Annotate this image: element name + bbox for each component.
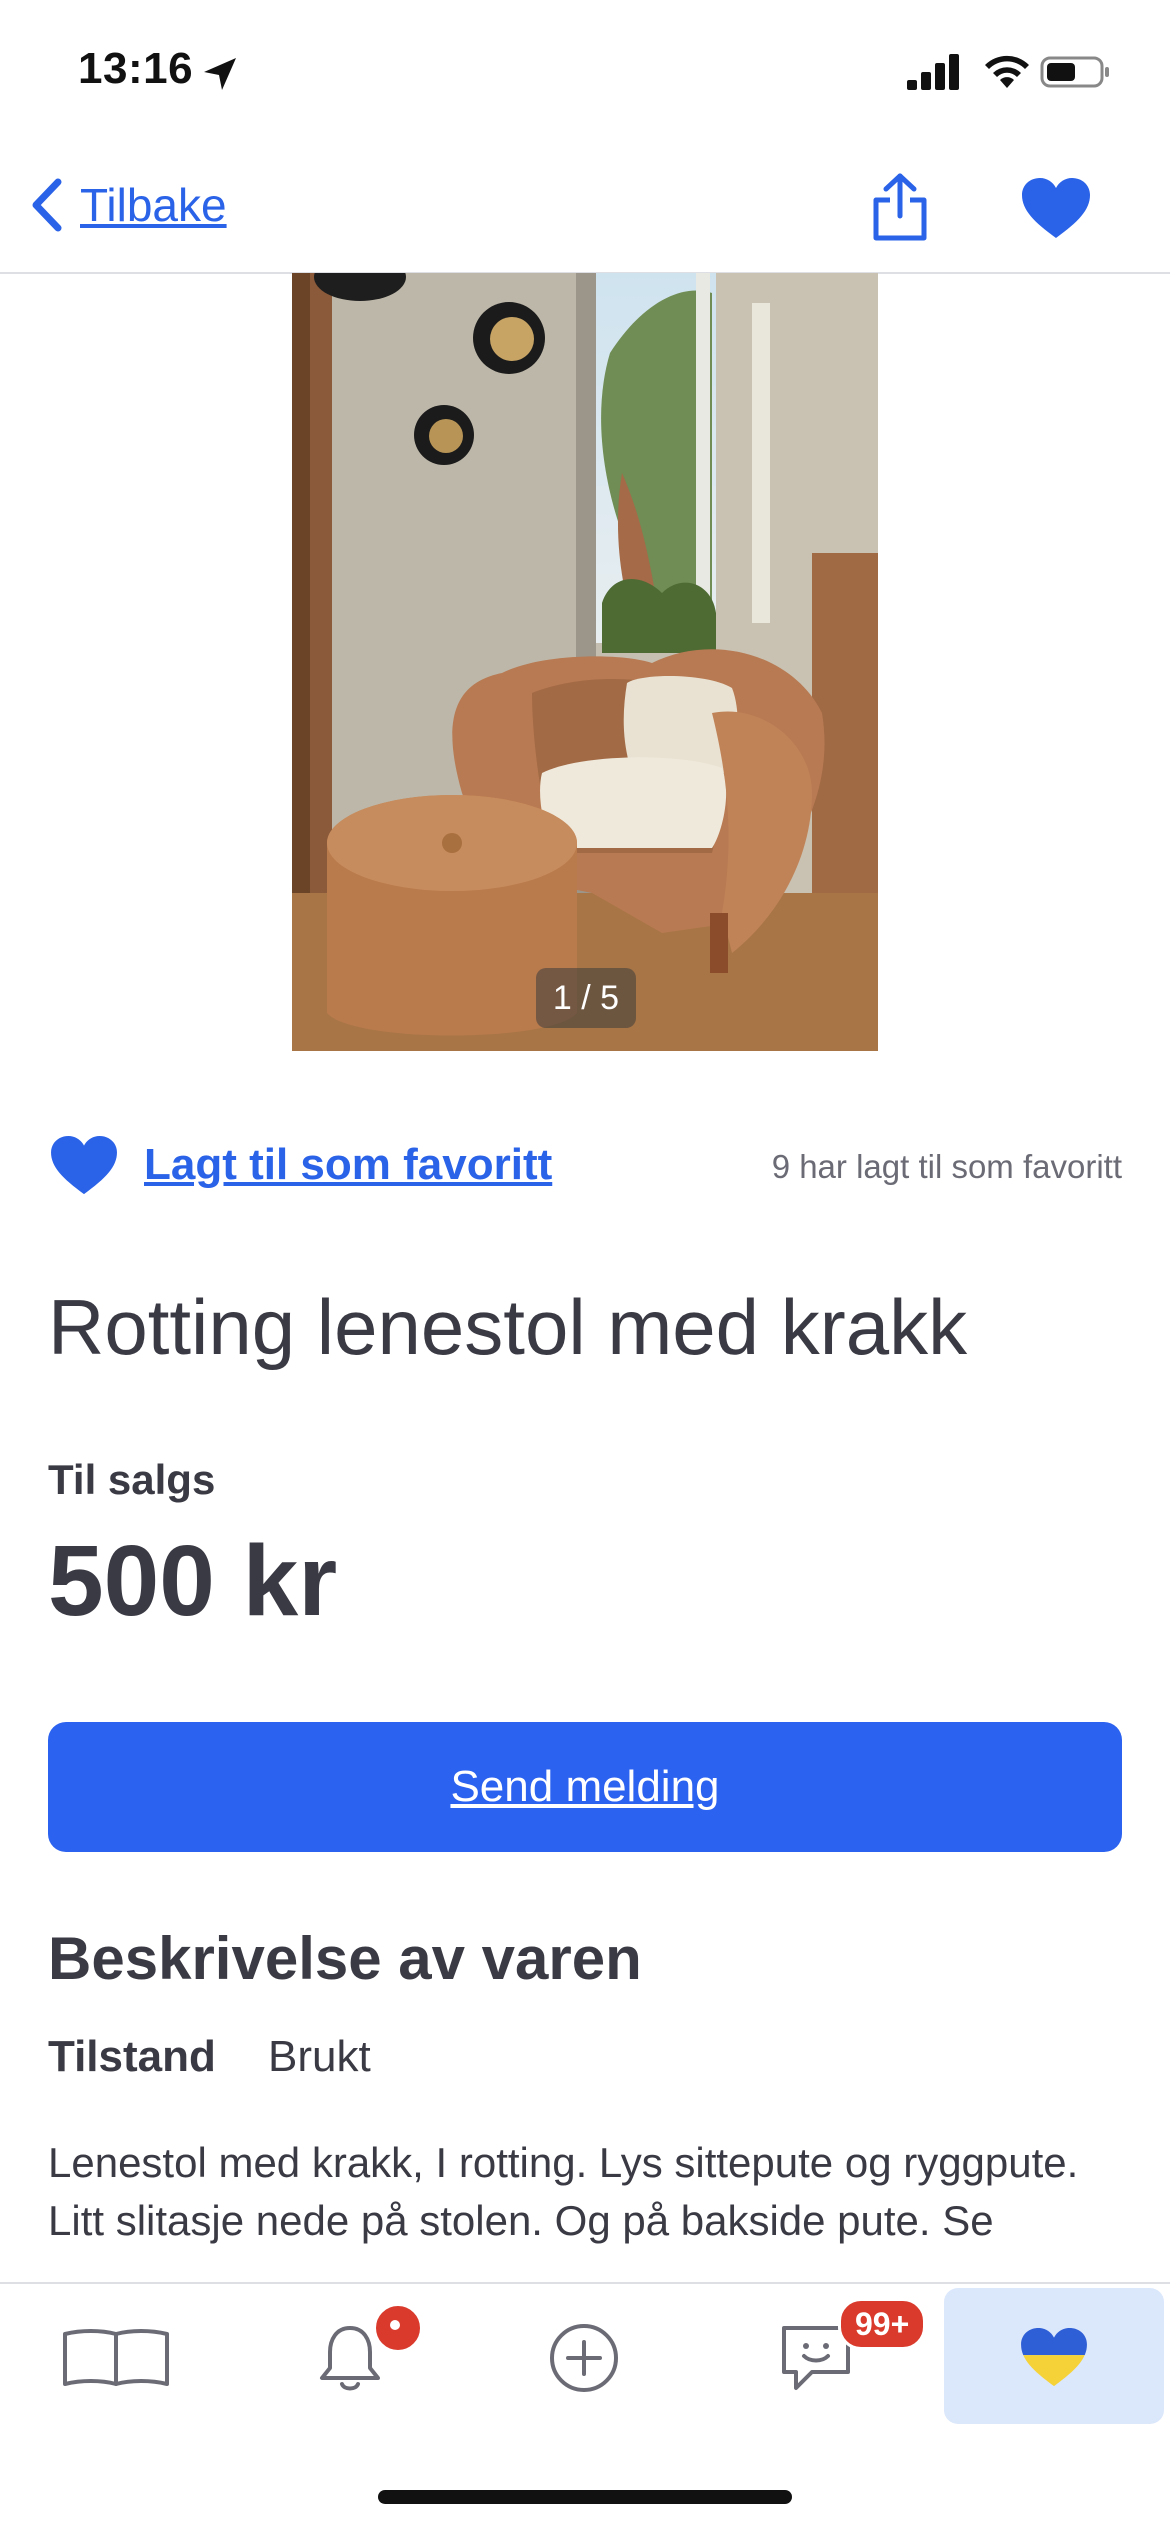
favorite-count: 9 har lagt til som favoritt xyxy=(771,1148,1122,1185)
send-message-label: Send melding xyxy=(450,1762,720,1811)
description-body: Lenestol med krakk, I rotting. Lys sitte… xyxy=(48,2139,1079,2244)
status-time: 13:16 xyxy=(78,44,194,93)
notification-dot-center xyxy=(390,2320,400,2330)
ukraine-heart-icon xyxy=(1021,2327,1087,2387)
chevron-left-icon xyxy=(32,178,62,232)
location-arrow-icon xyxy=(204,58,236,90)
condition-value: Brukt xyxy=(268,2032,371,2081)
open-book-icon xyxy=(63,2329,169,2386)
favorite-link[interactable]: Lagt til som favoritt xyxy=(144,1140,552,1190)
home-indicator xyxy=(378,2490,792,2504)
listing-photo[interactable] xyxy=(292,273,878,1051)
share-icon[interactable] xyxy=(868,172,932,242)
send-message-button[interactable]: Send melding xyxy=(48,1722,1122,1852)
tab-new-listing[interactable] xyxy=(484,2298,684,2418)
description-heading: Beskrivelse av varen xyxy=(48,1925,642,1992)
battery-icon xyxy=(1040,56,1109,88)
wicker-chair-photo xyxy=(292,273,878,1051)
tab-browse[interactable] xyxy=(16,2298,216,2418)
tab-favorites[interactable] xyxy=(954,2298,1154,2418)
messages-badge: 99+ xyxy=(838,2298,927,2350)
back-label: Tilbake xyxy=(80,179,227,231)
plus-circle-icon xyxy=(550,2324,618,2392)
listing-status: Til salgs xyxy=(48,1456,216,1503)
cellular-signal-icon xyxy=(907,54,959,90)
back-button[interactable]: Tilbake xyxy=(26,176,227,234)
favorite-heart-icon[interactable] xyxy=(48,1134,120,1198)
listing-title: Rotting lenestol med krakk xyxy=(48,1283,968,1371)
gallery-counter: 1 / 5 xyxy=(536,968,636,1028)
wifi-icon xyxy=(985,55,1029,88)
condition-label: Tilstand xyxy=(48,2032,216,2081)
listing-price: 500 kr xyxy=(48,1525,338,1637)
favorite-heart-icon[interactable] xyxy=(1020,176,1092,242)
